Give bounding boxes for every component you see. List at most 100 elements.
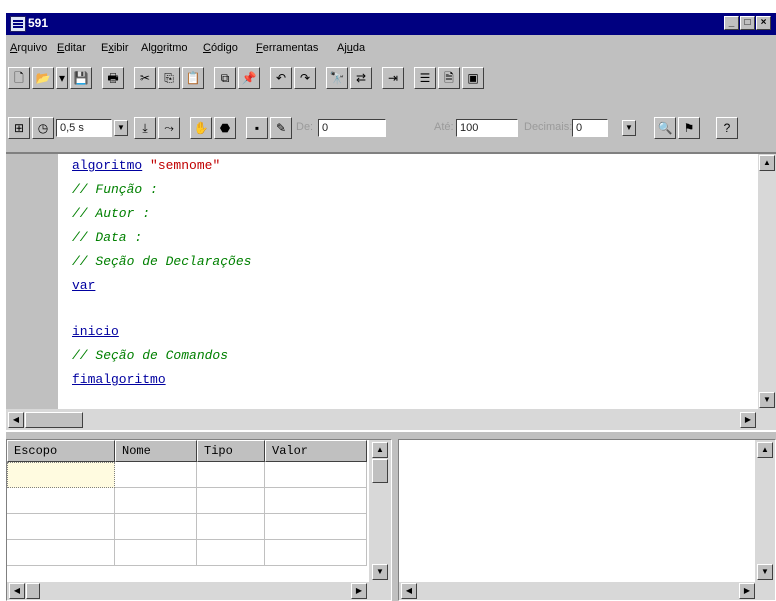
app-icon[interactable]	[10, 16, 26, 32]
scroll-right-arrow-icon[interactable]: ▶	[740, 412, 756, 428]
output-scroll-up-arrow-icon[interactable]: ▲	[757, 442, 773, 458]
step-icon[interactable]: ⤓	[134, 117, 156, 139]
code-line-2: // Função :	[72, 182, 158, 197]
minimize-button[interactable]: _	[724, 16, 739, 30]
grid-horizontal-scroll-thumb[interactable]	[26, 583, 40, 599]
code-editor[interactable]: algoritmo "semnome" // Função : // Autor…	[6, 152, 776, 432]
editor-gutter	[6, 154, 58, 409]
paste-from-clipboard-icon[interactable]: 📌	[238, 67, 260, 89]
grid-horizontal-scrollbar[interactable]: ◀ ▶	[7, 582, 391, 600]
grid-scroll-left-arrow-icon[interactable]: ◀	[9, 583, 25, 599]
decimais-dropdown-arrow[interactable]: ▼	[622, 120, 636, 136]
output-panel[interactable]: ▲ ▼ ◀ ▶	[398, 439, 776, 601]
grid-cell[interactable]	[115, 540, 197, 566]
replace-icon[interactable]: ⇄	[350, 67, 372, 89]
grid-header-escopo[interactable]: Escopo	[7, 440, 115, 462]
open-folder-icon[interactable]: 📂	[32, 67, 54, 89]
grid-cell[interactable]	[7, 514, 115, 540]
interval-select[interactable]: 0,5 s	[56, 119, 112, 137]
de-field[interactable]: 0	[318, 119, 386, 137]
maximize-button[interactable]: □	[740, 16, 755, 30]
editor-horizontal-scrollbar[interactable]: ◀ ▶	[6, 409, 776, 430]
grid-scroll-down-arrow-icon[interactable]: ▼	[372, 564, 388, 580]
grid-cell[interactable]	[197, 462, 265, 488]
variables-grid: Escopo Nome Tipo Valor ▲ ▼ ◀ ▶	[6, 439, 392, 601]
grid-cell[interactable]	[265, 514, 367, 540]
magic-wand-icon[interactable]: ✎	[270, 117, 292, 139]
grid-cell[interactable]	[265, 488, 367, 514]
grid-cell[interactable]	[7, 488, 115, 514]
redo-icon[interactable]: ↷	[294, 67, 316, 89]
grid-vertical-scrollbar[interactable]: ▲ ▼	[369, 440, 391, 582]
title-bar: 591 _ □ ×	[6, 13, 776, 35]
new-file-icon[interactable]: 🗋	[8, 67, 30, 89]
grid-cell[interactable]	[115, 488, 197, 514]
grid-scroll-up-arrow-icon[interactable]: ▲	[372, 442, 388, 458]
paste-icon[interactable]: 📋	[182, 67, 204, 89]
dos-icon[interactable]: ▪	[246, 117, 268, 139]
indent-icon[interactable]: ⇥	[382, 67, 404, 89]
grid-cell[interactable]	[197, 488, 265, 514]
grid-cell[interactable]	[197, 540, 265, 566]
breakpoint-hand-icon[interactable]: ✋	[190, 117, 212, 139]
close-button[interactable]: ×	[756, 16, 771, 30]
stop-icon[interactable]: ⬣	[214, 117, 236, 139]
menu-exibir[interactable]: Exibir	[101, 42, 129, 54]
code-line-4: // Data :	[72, 230, 143, 245]
decimais-field[interactable]: 0	[572, 119, 608, 137]
menu-arquivo[interactable]: Arquivo	[10, 42, 47, 54]
scroll-up-arrow-icon[interactable]: ▲	[759, 155, 775, 171]
run-icon[interactable]: ⊞	[8, 117, 30, 139]
menu-editar[interactable]: Editar	[57, 42, 86, 54]
search-zoom-icon[interactable]: 🔍	[654, 117, 676, 139]
output-horizontal-scrollbar[interactable]: ◀ ▶	[399, 582, 775, 600]
step-over-icon[interactable]: ⤳	[158, 117, 180, 139]
toolbar-main: 🗋 📂 ▾ 💾 🖶 ✂ ⎘ 📋 ⧉ 📌 ↶ ↷ 🔭 ⇄ ⇥ ☰ 🗎 ▣	[6, 61, 776, 95]
grid-header-nome[interactable]: Nome	[115, 440, 197, 462]
copy-to-clipboard-icon[interactable]: ⧉	[214, 67, 236, 89]
output-vertical-scrollbar[interactable]: ▲ ▼	[755, 440, 775, 582]
de-label: De:	[296, 121, 314, 133]
ate-field[interactable]: 100	[456, 119, 518, 137]
grid-vertical-scroll-thumb[interactable]	[372, 459, 388, 483]
menu-ferramentas[interactable]: Ferramentas	[256, 42, 318, 54]
print-icon[interactable]: 🖶	[102, 67, 124, 89]
timer-icon[interactable]: ◷	[32, 117, 54, 139]
output-scroll-left-arrow-icon[interactable]: ◀	[401, 583, 417, 599]
grid-header-valor[interactable]: Valor	[265, 440, 367, 462]
dropdown-arrow-icon[interactable]: ▾	[56, 67, 68, 89]
scroll-left-arrow-icon[interactable]: ◀	[8, 412, 24, 428]
menu-ajuda[interactable]: Ajuda	[337, 42, 365, 54]
output-scroll-down-arrow-icon[interactable]: ▼	[757, 564, 773, 580]
copy-icon[interactable]: ⎘	[158, 67, 180, 89]
grid-scroll-right-arrow-icon[interactable]: ▶	[351, 583, 367, 599]
window-title: 591	[28, 16, 49, 30]
output-scroll-right-arrow-icon[interactable]: ▶	[739, 583, 755, 599]
undo-icon[interactable]: ↶	[270, 67, 292, 89]
properties-icon[interactable]: ▣	[462, 67, 484, 89]
toolbar-run: ⊞ ◷ 0,5 s ▼ ⤓ ⤳ ✋ ⬣ ▪ ✎ De: 0 Até: 100 D…	[6, 97, 776, 139]
editor-vertical-scrollbar[interactable]: ▲ ▼	[758, 154, 776, 409]
save-icon[interactable]: 💾	[70, 67, 92, 89]
grid-cell[interactable]	[115, 514, 197, 540]
list-icon[interactable]: ☰	[414, 67, 436, 89]
find-icon[interactable]: 🔭	[326, 67, 348, 89]
flag-icon[interactable]: ⚑	[678, 117, 700, 139]
grid-cell[interactable]	[265, 462, 367, 488]
scroll-down-arrow-icon[interactable]: ▼	[759, 392, 775, 408]
page-icon[interactable]: 🗎	[438, 67, 460, 89]
grid-cell[interactable]	[115, 462, 197, 488]
grid-cell-selected[interactable]	[7, 462, 115, 488]
menu-codigo[interactable]: Código	[203, 42, 238, 54]
grid-header-tipo[interactable]: Tipo	[197, 440, 265, 462]
menu-algoritmo[interactable]: Algoritmo	[141, 42, 187, 54]
help-icon[interactable]: ?	[716, 117, 738, 139]
grid-cell[interactable]	[197, 514, 265, 540]
cut-icon[interactable]: ✂	[134, 67, 156, 89]
grid-cell[interactable]	[265, 540, 367, 566]
horizontal-scroll-thumb[interactable]	[25, 412, 83, 428]
main-window: 591 _ □ × Arquivo Editar Exibir Algoritm…	[6, 13, 776, 601]
grid-cell[interactable]	[7, 540, 115, 566]
interval-dropdown-arrow[interactable]: ▼	[114, 120, 128, 136]
code-line-5: // Seção de Declarações	[72, 254, 252, 269]
